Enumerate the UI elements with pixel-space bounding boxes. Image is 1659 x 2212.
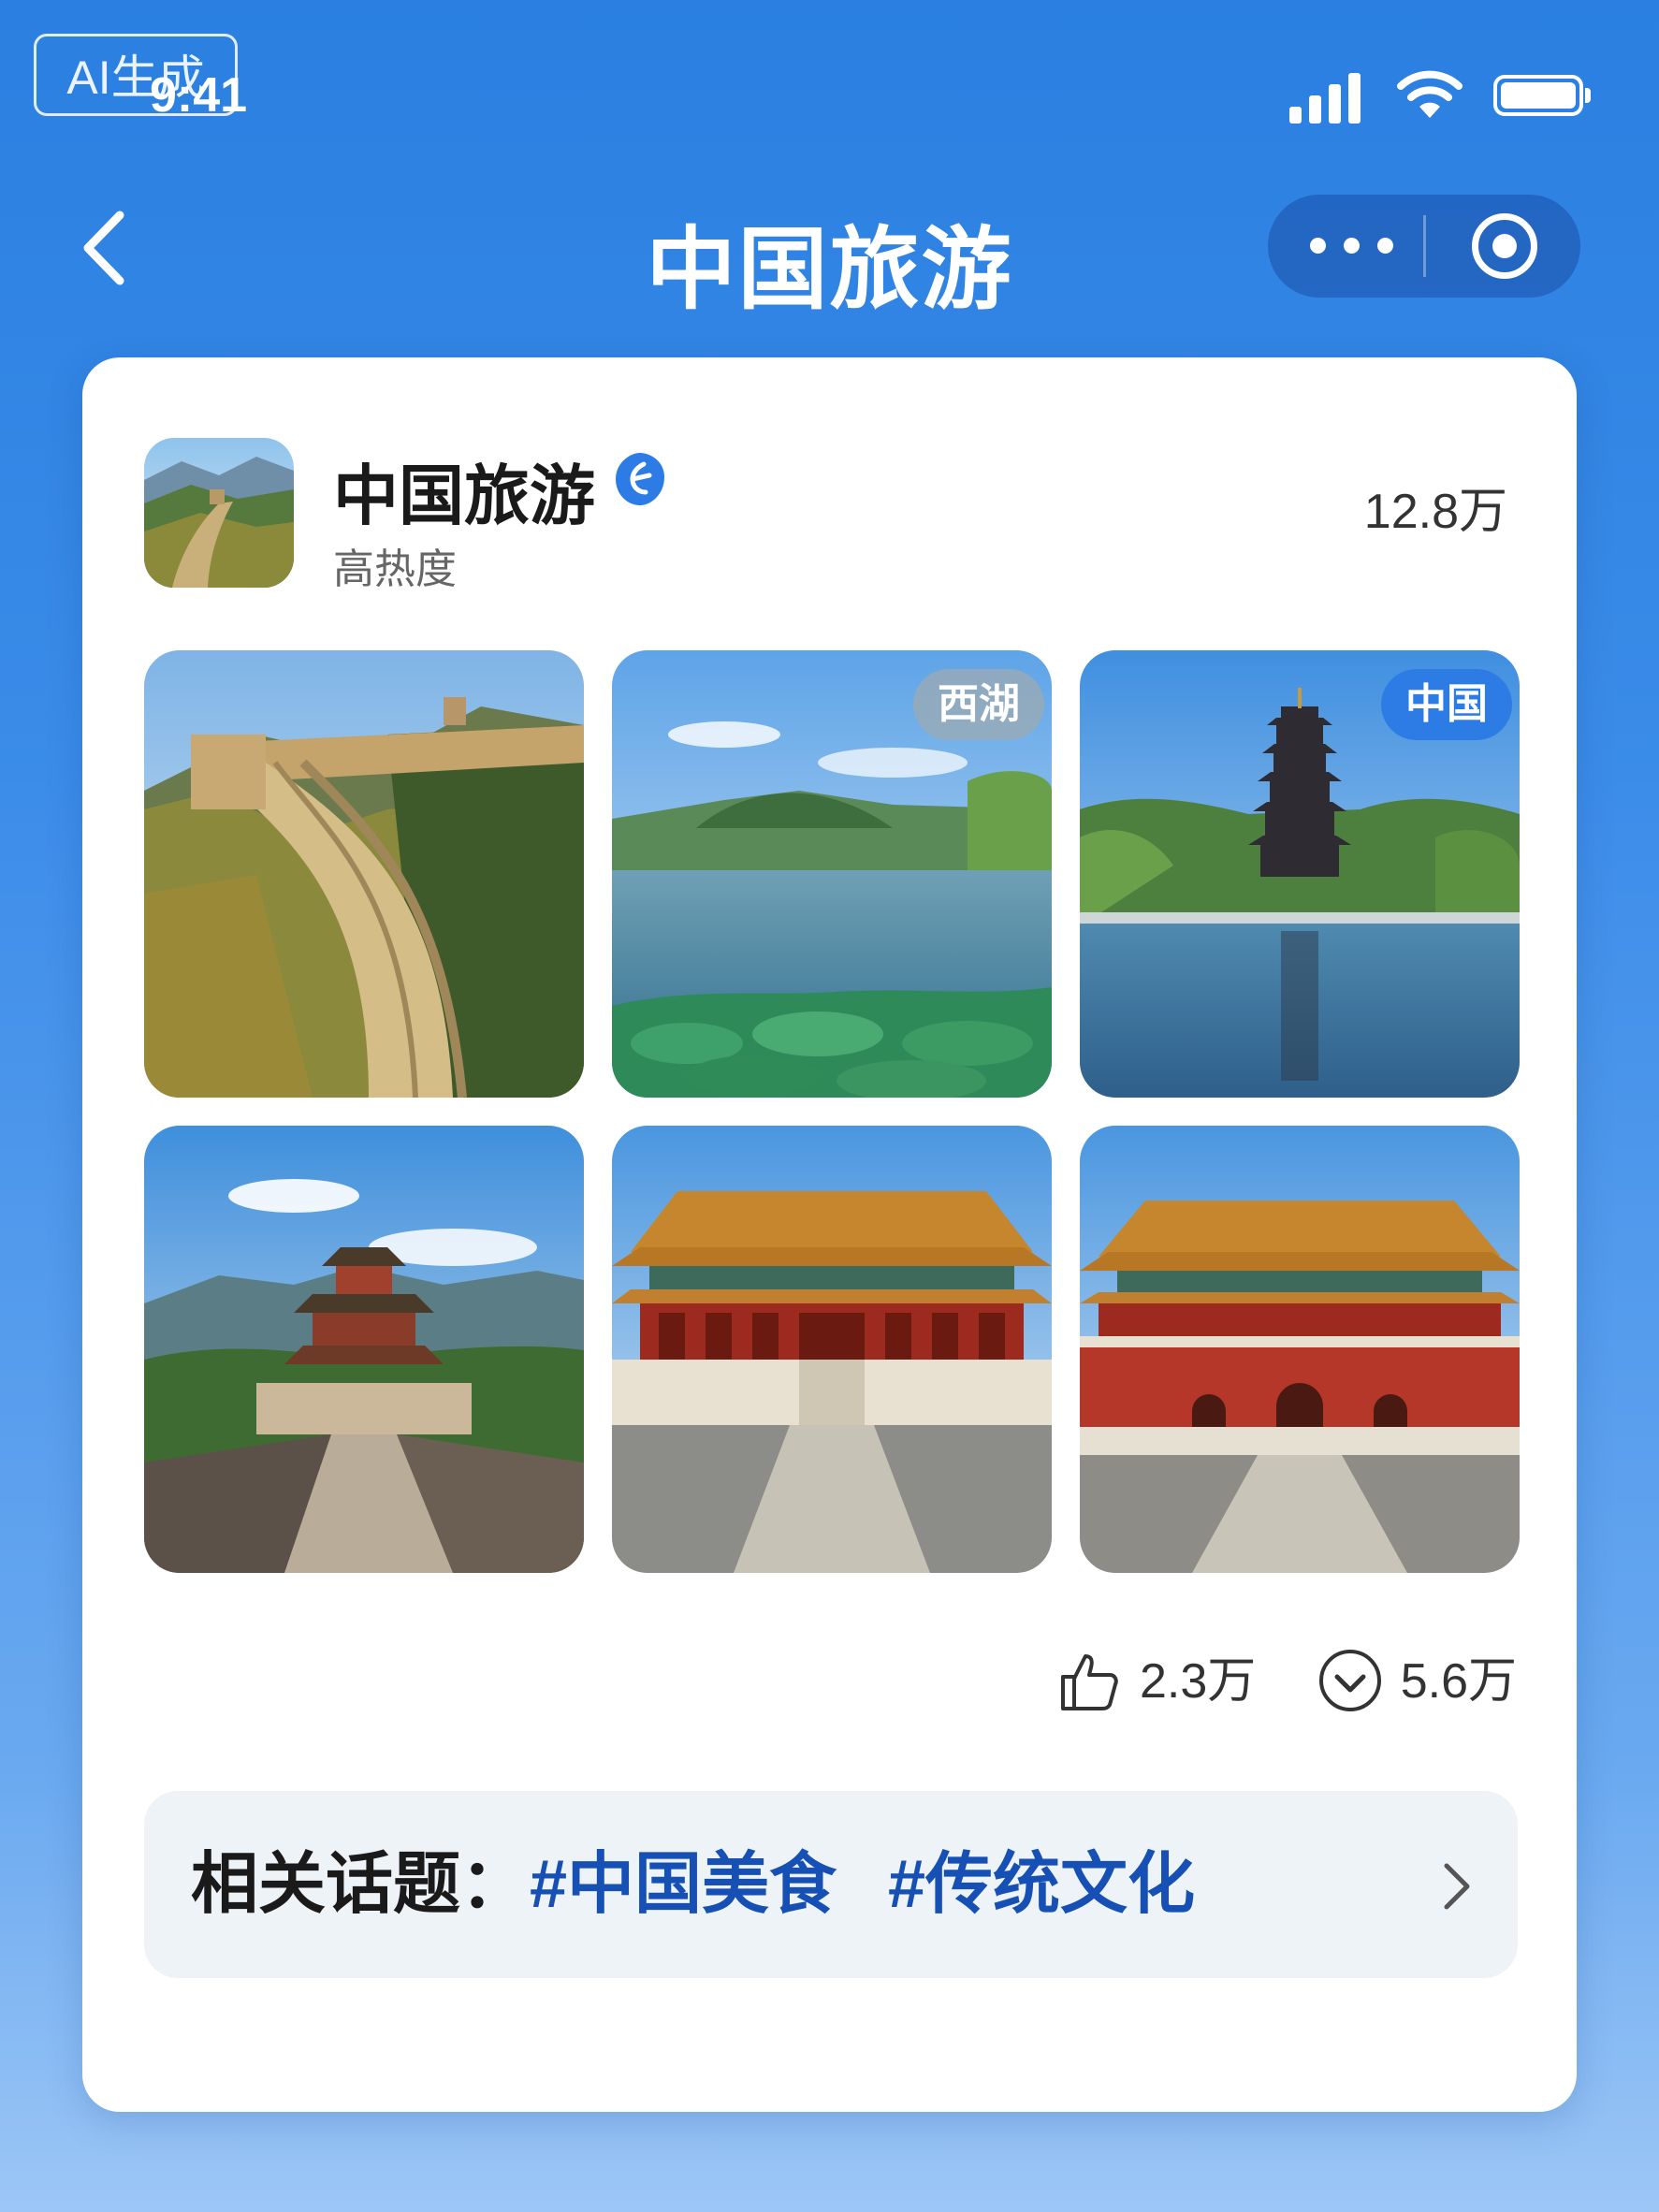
location-tag: 西湖 — [913, 669, 1044, 740]
mountain-pavilion-image — [144, 1126, 584, 1573]
avatar[interactable] — [144, 438, 294, 588]
photo-tile[interactable]: 中国 — [1080, 650, 1520, 1098]
photo-tile[interactable] — [144, 650, 584, 1098]
verified-icon — [616, 453, 664, 505]
mini-program-capsule — [1268, 195, 1580, 298]
topics-label: 相关话题： — [191, 1847, 529, 1922]
great-wall-avatar-image — [144, 438, 294, 588]
great-wall-image — [144, 650, 584, 1098]
wifi-icon — [1397, 70, 1463, 118]
palace-hall-image — [612, 1126, 1052, 1573]
topic-tag-food[interactable]: #中国美食 — [530, 1791, 837, 1978]
photo-grid: 西湖 中国 — [144, 650, 1520, 1577]
palace-gate-image — [1080, 1126, 1520, 1573]
capsule-divider — [1423, 215, 1426, 277]
photo-tile[interactable] — [144, 1126, 584, 1573]
more-icon[interactable] — [1310, 230, 1394, 262]
post-card: 中国旅游 高热度 12.8万 西湖 中国 2.3万 5.6万 相关话题： #中国… — [82, 357, 1577, 2112]
photo-tile[interactable]: 西湖 — [612, 650, 1052, 1098]
photo-tile[interactable] — [612, 1126, 1052, 1573]
follower-count: 12.8万 — [1363, 485, 1507, 539]
account-name[interactable]: 中国旅游 — [333, 444, 595, 538]
close-target-icon[interactable] — [1472, 213, 1537, 279]
post-stats: 2.3万 5.6万 — [999, 1639, 1517, 1724]
location-tag: 中国 — [1381, 669, 1512, 740]
heart-check-icon — [1318, 1650, 1381, 1711]
account-subtitle: 高热度 — [333, 546, 457, 592]
topic-tag-culture[interactable]: #传统文化 — [888, 1791, 1195, 1978]
photo-tile[interactable] — [1080, 1126, 1520, 1573]
chevron-right-icon — [1444, 1863, 1470, 1910]
favorite-button[interactable]: 5.6万 — [1317, 1639, 1517, 1724]
thumbs-up-icon — [1060, 1654, 1118, 1710]
like-button[interactable]: 2.3万 — [1055, 1639, 1256, 1724]
signal-icon — [1289, 73, 1364, 124]
battery-icon — [1493, 75, 1591, 116]
related-topics-bar[interactable]: 相关话题： #中国美食 #传统文化 — [144, 1791, 1518, 1978]
status-time: 9:41 — [150, 68, 248, 123]
status-icons — [1289, 67, 1591, 124]
